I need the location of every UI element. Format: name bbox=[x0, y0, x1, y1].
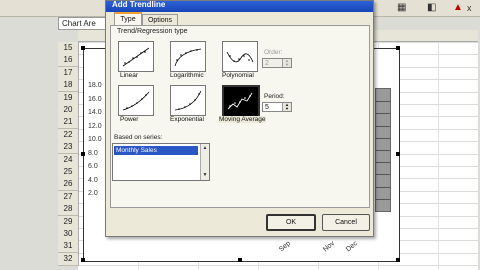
row-header[interactable]: 18 bbox=[58, 79, 79, 93]
trend-type-linear-button[interactable] bbox=[118, 41, 154, 72]
order-spinner: 2 ▲ ▼ bbox=[262, 58, 292, 68]
based-on-series-label: Based on series: bbox=[114, 134, 163, 141]
toolbar-icon[interactable]: ◧ bbox=[427, 2, 436, 14]
table-line bbox=[376, 113, 390, 115]
trend-type-exponential-button[interactable] bbox=[170, 85, 206, 116]
table-line bbox=[376, 137, 390, 139]
resize-handle[interactable] bbox=[396, 152, 400, 156]
y-tick-label: 8.0 bbox=[88, 149, 98, 157]
exponential-trend-icon bbox=[174, 90, 202, 111]
trend-type-power-button[interactable] bbox=[118, 85, 154, 116]
series-listbox[interactable]: Monthly Sales ▲ ▼ bbox=[112, 143, 210, 181]
resize-handle[interactable] bbox=[81, 258, 85, 262]
linear-trend-icon bbox=[122, 47, 150, 67]
row-header[interactable]: 24 bbox=[58, 153, 79, 167]
period-label: Period: bbox=[264, 93, 285, 100]
logarithmic-trend-icon bbox=[174, 48, 202, 67]
y-tick-label: 16.0 bbox=[88, 95, 102, 103]
period-value: 5 bbox=[265, 104, 269, 111]
y-tick-label: 6.0 bbox=[88, 163, 98, 170]
trend-type-exponential-label: Exponential bbox=[170, 116, 204, 123]
trend-type-logarithmic-button[interactable] bbox=[170, 41, 206, 72]
scroll-down-icon[interactable]: ▼ bbox=[201, 171, 209, 179]
power-trend-icon bbox=[122, 91, 150, 111]
resize-handle[interactable] bbox=[81, 152, 85, 156]
resize-handle[interactable] bbox=[396, 46, 400, 50]
table-line bbox=[376, 150, 390, 151]
trend-type-moving-average-button[interactable] bbox=[222, 85, 260, 118]
table-line bbox=[376, 198, 390, 200]
trend-type-power-label: Power bbox=[120, 116, 139, 123]
toolbar-right-controls: ▦ ◧ ▲ x bbox=[395, 0, 480, 16]
table-line bbox=[376, 125, 390, 127]
table-line bbox=[376, 162, 390, 164]
row-header[interactable]: 30 bbox=[58, 228, 79, 241]
moving-average-trend-icon bbox=[227, 92, 253, 110]
polynomial-trend-icon bbox=[226, 51, 254, 63]
y-tick-label: 2.0 bbox=[88, 190, 98, 197]
table-line bbox=[376, 186, 390, 188]
row-header[interactable]: 27 bbox=[58, 190, 79, 204]
chart-data-table-edge bbox=[375, 88, 391, 212]
row-header[interactable]: 17 bbox=[58, 66, 79, 80]
trend-type-logarithmic-label: Logarithmic bbox=[170, 72, 204, 79]
fill-color-icon[interactable]: ▲ bbox=[453, 2, 463, 14]
row-header[interactable]: 26 bbox=[58, 178, 79, 192]
y-tick-label: 4.0 bbox=[88, 176, 98, 184]
series-item-monthly-sales[interactable]: Monthly Sales bbox=[114, 146, 198, 155]
y-tick-label: 18.0 bbox=[88, 82, 102, 89]
row-header[interactable]: 32 bbox=[58, 252, 79, 266]
row-header[interactable]: 29 bbox=[58, 215, 79, 229]
trend-type-polynomial-button[interactable] bbox=[222, 41, 258, 72]
resize-handle[interactable] bbox=[81, 46, 85, 50]
row-header[interactable]: 19 bbox=[58, 91, 79, 105]
table-line bbox=[376, 101, 390, 103]
y-tick-label: 12.0 bbox=[88, 122, 102, 130]
add-trendline-dialog: Add Trendline Type Options Trend/Regress… bbox=[105, 0, 374, 237]
series-scrollbar[interactable]: ▲ ▼ bbox=[200, 144, 209, 180]
ok-button[interactable]: OK bbox=[266, 214, 316, 231]
dialog-titlebar[interactable]: Add Trendline bbox=[106, 0, 373, 12]
cancel-button[interactable]: Cancel bbox=[322, 214, 370, 231]
y-tick-label: 10.0 bbox=[88, 136, 102, 143]
trend-type-group-label: Trend/Regression type bbox=[117, 28, 188, 35]
row-header[interactable]: 23 bbox=[58, 141, 79, 155]
row-header[interactable]: 21 bbox=[58, 116, 79, 130]
row-header[interactable]: 25 bbox=[58, 166, 79, 179]
row-header[interactable]: 20 bbox=[58, 104, 79, 117]
trend-type-polynomial-label: Polynomial bbox=[222, 72, 254, 79]
order-label: Order: bbox=[264, 49, 283, 56]
scroll-up-icon[interactable]: ▲ bbox=[201, 144, 209, 152]
row-header[interactable]: 16 bbox=[58, 54, 79, 68]
y-tick-label: 14.0 bbox=[88, 109, 102, 116]
trend-type-linear-label: Linear bbox=[120, 72, 139, 79]
table-line bbox=[376, 174, 390, 176]
spinner-arrows-icon[interactable]: ▲ ▼ bbox=[282, 103, 291, 111]
resize-handle[interactable] bbox=[396, 258, 400, 262]
row-header[interactable]: 15 bbox=[58, 42, 79, 55]
row-header[interactable]: 31 bbox=[58, 240, 79, 254]
spinner-arrows-icon: ▲ ▼ bbox=[282, 59, 291, 67]
row-header[interactable]: 22 bbox=[58, 128, 79, 142]
order-value: 2 bbox=[265, 60, 269, 67]
close-icon[interactable]: x bbox=[467, 2, 472, 14]
trend-type-moving-average-label: Moving Average bbox=[219, 116, 266, 123]
resize-handle[interactable] bbox=[238, 258, 242, 262]
toolbar-icon[interactable]: ▦ bbox=[397, 2, 406, 14]
row-header[interactable]: 28 bbox=[58, 203, 79, 217]
period-spinner[interactable]: 5 ▲ ▼ bbox=[262, 102, 292, 112]
name-box-value: Chart Are bbox=[62, 19, 96, 28]
gridline bbox=[438, 30, 439, 270]
dialog-title: Add Trendline bbox=[112, 0, 166, 9]
